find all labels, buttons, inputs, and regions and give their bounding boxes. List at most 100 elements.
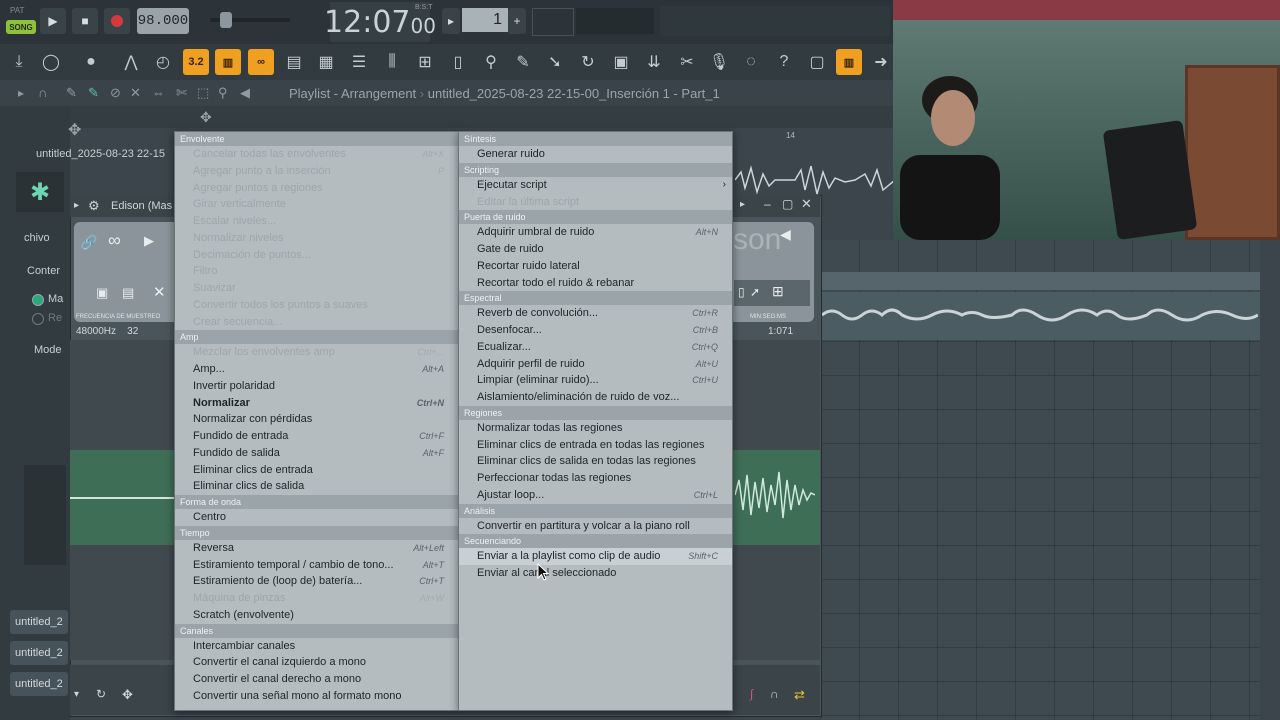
magnet-icon[interactable]: ∩ (38, 85, 47, 100)
playlist-tab-3[interactable]: untitled_2 (10, 672, 68, 696)
song-mode-button[interactable]: SONG (6, 20, 36, 34)
window-icon[interactable]: ▢ (804, 49, 830, 75)
radio-record[interactable] (32, 313, 44, 325)
slider-knob[interactable] (220, 12, 232, 28)
tool-icon[interactable]: ▯ (738, 285, 745, 299)
menu-item[interactable]: Convertir una señal mono al formato mono (175, 688, 458, 705)
pencil-icon[interactable]: ✎ (66, 85, 77, 101)
render-icon[interactable]: ⇊ (641, 49, 667, 75)
arrow-right-icon[interactable]: ▸ (740, 199, 745, 210)
copy-icon[interactable]: ▤ (122, 285, 134, 301)
save-icon[interactable]: ▣ (608, 49, 634, 75)
pat-label[interactable]: PAT (10, 6, 24, 15)
tempo-display[interactable]: 98.000 (137, 8, 189, 34)
wait-input-icon[interactable]: ◴ (150, 49, 176, 75)
menu-item[interactable]: Eliminar clics de entrada (175, 462, 458, 479)
menu-item[interactable]: Perfeccionar todas las regiones (459, 470, 732, 487)
playback-icon[interactable]: ◀ (240, 85, 250, 101)
menu-item[interactable]: Intercambiar canales (175, 638, 458, 655)
forward-icon[interactable]: ➜ (868, 49, 894, 75)
play-button[interactable]: ▶ (40, 8, 66, 34)
menu-item[interactable]: Estiramiento de (loop de) batería... Ctrl… (175, 573, 458, 590)
menu-item[interactable]: Eliminar clics de entrada en todas las r… (459, 437, 732, 454)
brush-icon[interactable]: ✎ (510, 49, 536, 75)
play-icon[interactable]: ▶ (144, 233, 154, 249)
master-volume-knob[interactable]: ◯ (38, 49, 64, 75)
menu-item[interactable]: Ejecutar script › (459, 177, 732, 194)
mute-icon[interactable]: ✕ (130, 85, 141, 101)
cut-icon[interactable]: ✕ (153, 283, 166, 301)
slip-icon[interactable]: ⇔ (152, 85, 165, 100)
menu-item[interactable]: Aislamiento/eliminación de ruido de voz.… (459, 389, 732, 406)
select-icon[interactable]: ⬚ (197, 85, 209, 101)
menu-item[interactable]: Eliminar clics de salida (175, 478, 458, 495)
delete-icon[interactable]: ⊘ (110, 85, 121, 101)
master-pitch-knob[interactable]: ● (78, 49, 104, 75)
menu-item[interactable]: Normalizar todas las regiones (459, 420, 732, 437)
menu-item[interactable]: Reversa Alt+Left (175, 540, 458, 557)
menu-item[interactable]: Ajustar loop... Ctrl+L (459, 487, 732, 504)
waveform-icon[interactable]: ✱ (16, 172, 64, 212)
swap-icon[interactable]: ⇄ (794, 687, 805, 703)
plugin-icon[interactable]: ⚲ (478, 49, 504, 75)
menu-item[interactable]: Enviar a la playlist como clip de audio S… (459, 548, 732, 565)
chevron-down-icon[interactable]: ▾ (74, 689, 79, 700)
piano-roll-icon[interactable]: ▦ (313, 49, 339, 75)
zoom-icon[interactable]: ⚲ (218, 85, 228, 101)
menu-item[interactable]: Desenfocar... Ctrl+B (459, 322, 732, 339)
download-icon[interactable]: ⤓ (6, 49, 32, 75)
arrow-icon[interactable]: ➘ (542, 49, 568, 75)
scissors-icon[interactable]: ✂ (674, 49, 700, 75)
undo-icon[interactable]: ↻ (96, 687, 106, 701)
file-icon[interactable]: ▯ (445, 49, 471, 75)
radio-master[interactable] (32, 294, 44, 306)
menu-item[interactable]: Recortar todo el ruido & rebanar (459, 275, 732, 292)
grid-icon[interactable]: ⊞ (772, 283, 784, 300)
gear-icon[interactable]: ⚙ (88, 198, 100, 214)
menu-item[interactable]: Recortar ruido lateral (459, 258, 732, 275)
menu-item[interactable]: Adquirir umbral de ruido Alt+N (459, 224, 732, 241)
menu-item[interactable]: Ecualizar... Ctrl+Q (459, 339, 732, 356)
move-icon[interactable]: ✥ (68, 120, 81, 140)
loop-icon[interactable]: ∞ (108, 230, 121, 251)
menu-item[interactable]: Invertir polaridad (175, 378, 458, 395)
menu-item[interactable]: Normalizar Ctrl+N (175, 395, 458, 412)
menu-item[interactable]: Convertir el canal derecho a mono (175, 671, 458, 688)
arrow-right-icon[interactable]: ▸ (18, 86, 24, 100)
cursor-icon[interactable]: ➚ (750, 285, 760, 299)
stop-button[interactable]: ■ (72, 8, 98, 34)
playlist-tab-1[interactable]: untitled_2 (10, 610, 68, 634)
microphone-icon[interactable]: 🎙 (706, 49, 732, 75)
record-button[interactable] (104, 8, 130, 34)
menu-item[interactable]: Convertir en partitura y volcar a la pia… (459, 518, 732, 535)
menu-item[interactable]: Fundido de entrada Ctrl+F (175, 428, 458, 445)
pattern-selector[interactable]: 1 (462, 8, 508, 32)
playlist-tab-2[interactable]: untitled_2 (10, 641, 68, 665)
move-icon[interactable]: ✥ (122, 687, 133, 703)
menu-item[interactable]: Generar ruido (459, 146, 732, 163)
help-icon[interactable]: ? (771, 49, 797, 75)
save-icon[interactable]: ▣ (96, 285, 108, 301)
mixer-icon[interactable]: ⫼ (379, 49, 405, 75)
channel-rack-icon[interactable]: ☰ (346, 49, 372, 75)
menu-item[interactable]: Scratch (envolvente) (175, 607, 458, 624)
arrow-right-icon[interactable]: ▸ (74, 200, 79, 211)
keyboard-icon[interactable]: ▥ (836, 49, 862, 75)
slice-icon[interactable]: ✄ (176, 85, 187, 101)
menu-item[interactable]: Enviar al canal seleccionado (459, 565, 732, 582)
link-icon[interactable]: 🔗 (80, 234, 97, 251)
menu-item[interactable]: Adquirir perfil de ruido Alt+U (459, 356, 732, 373)
master-pitch-slider[interactable] (210, 12, 290, 28)
loop-record-button[interactable]: ∞ (248, 49, 274, 75)
menu-item[interactable]: Fundido de salida Alt+F (175, 445, 458, 462)
magnet-icon[interactable]: ∩ (770, 687, 779, 701)
menu-item[interactable]: Eliminar clics de salida en todas las re… (459, 453, 732, 470)
snap-icon[interactable]: ✥ (200, 109, 212, 126)
pattern-prev-button[interactable]: ▸ (442, 8, 460, 34)
menu-item[interactable]: Gate de ruido (459, 241, 732, 258)
speaker-icon[interactable]: ◀ (780, 226, 791, 243)
menu-item[interactable]: Centro (175, 509, 458, 526)
menu-item[interactable]: Limpiar (eliminar ruido)... Ctrl+U (459, 372, 732, 389)
menu-item[interactable]: Estiramiento temporal / cambio de tono..… (175, 557, 458, 574)
chat-icon[interactable]: ◌ (738, 49, 764, 75)
